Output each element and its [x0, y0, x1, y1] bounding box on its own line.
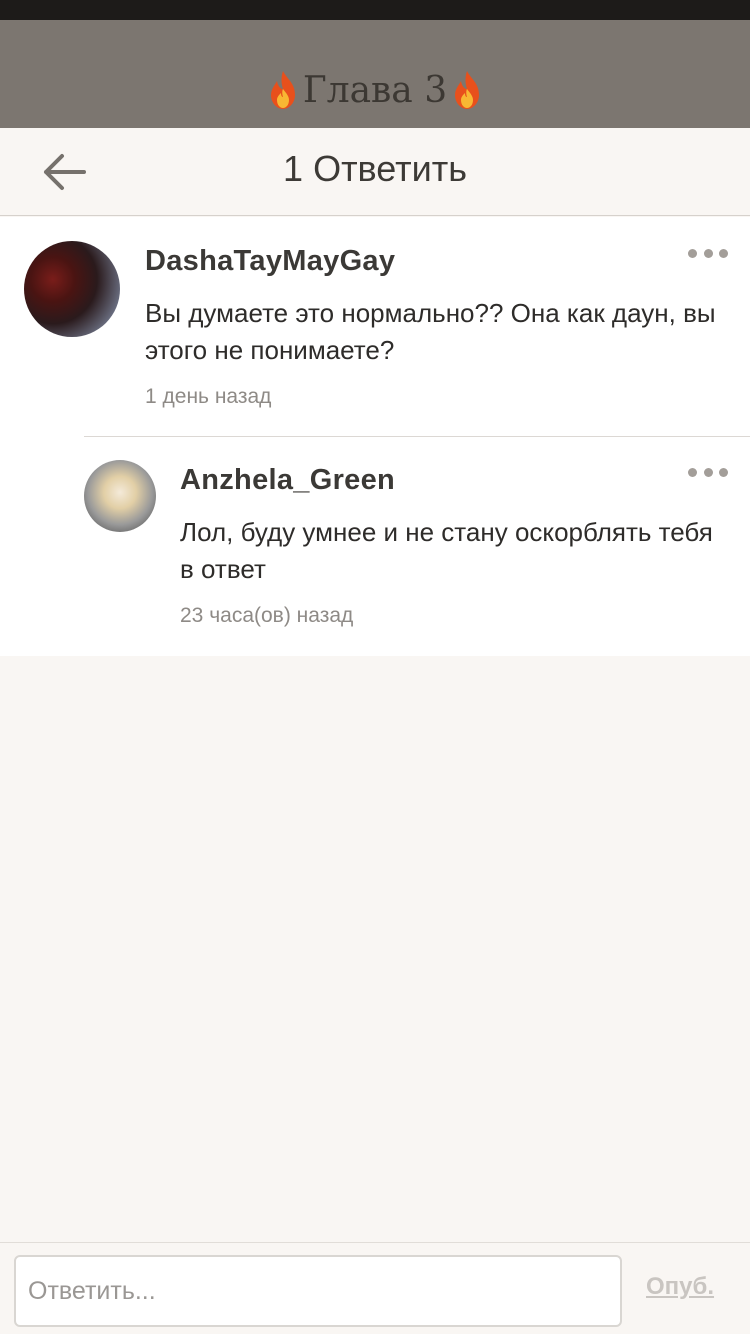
more-dot: [719, 248, 728, 258]
comments-list: DashaTayMayGay Вы думаете это нормально?…: [0, 217, 750, 656]
comment-timestamp: 1 день назад: [145, 385, 272, 408]
fire-icon: [455, 71, 480, 109]
replies-header: 1 Ответить: [0, 128, 750, 216]
more-options-button[interactable]: [688, 464, 728, 480]
more-dot: [719, 467, 728, 477]
chapter-title-row: Глава 3: [265, 69, 485, 111]
reply-input-bar: Опуб.: [0, 1242, 750, 1334]
reply-text: Лол, буду умнее и не стану оскорблять те…: [180, 517, 713, 584]
comment-username[interactable]: DashaTayMayGay: [145, 245, 395, 278]
chapter-title: Глава 3: [302, 69, 448, 111]
more-dot: [703, 467, 713, 477]
avatar[interactable]: [84, 460, 156, 532]
avatar[interactable]: [24, 241, 120, 337]
background-top-strip: [0, 0, 750, 20]
reply-input[interactable]: [14, 1255, 622, 1327]
page-title: 1 Ответить: [283, 148, 467, 189]
publish-button[interactable]: Опуб.: [646, 1273, 714, 1301]
chapter-header-backdrop: Глава 3: [0, 20, 750, 128]
reply-username[interactable]: Anzhela_Green: [180, 464, 395, 497]
reply-timestamp: 23 часа(ов) назад: [180, 604, 354, 627]
divider: [84, 436, 750, 437]
more-options-button[interactable]: [688, 245, 728, 261]
fire-icon: [270, 71, 295, 109]
more-dots-icon: [688, 248, 697, 258]
comment: DashaTayMayGay Вы думаете это нормально?…: [0, 217, 750, 436]
more-dots-icon: [688, 467, 697, 477]
more-dot: [703, 248, 713, 258]
comment-text: Вы думаете это нормально?? Она как даун,…: [145, 298, 716, 365]
reply: Anzhela_Green Лол, буду умнее и не стану…: [0, 436, 750, 656]
